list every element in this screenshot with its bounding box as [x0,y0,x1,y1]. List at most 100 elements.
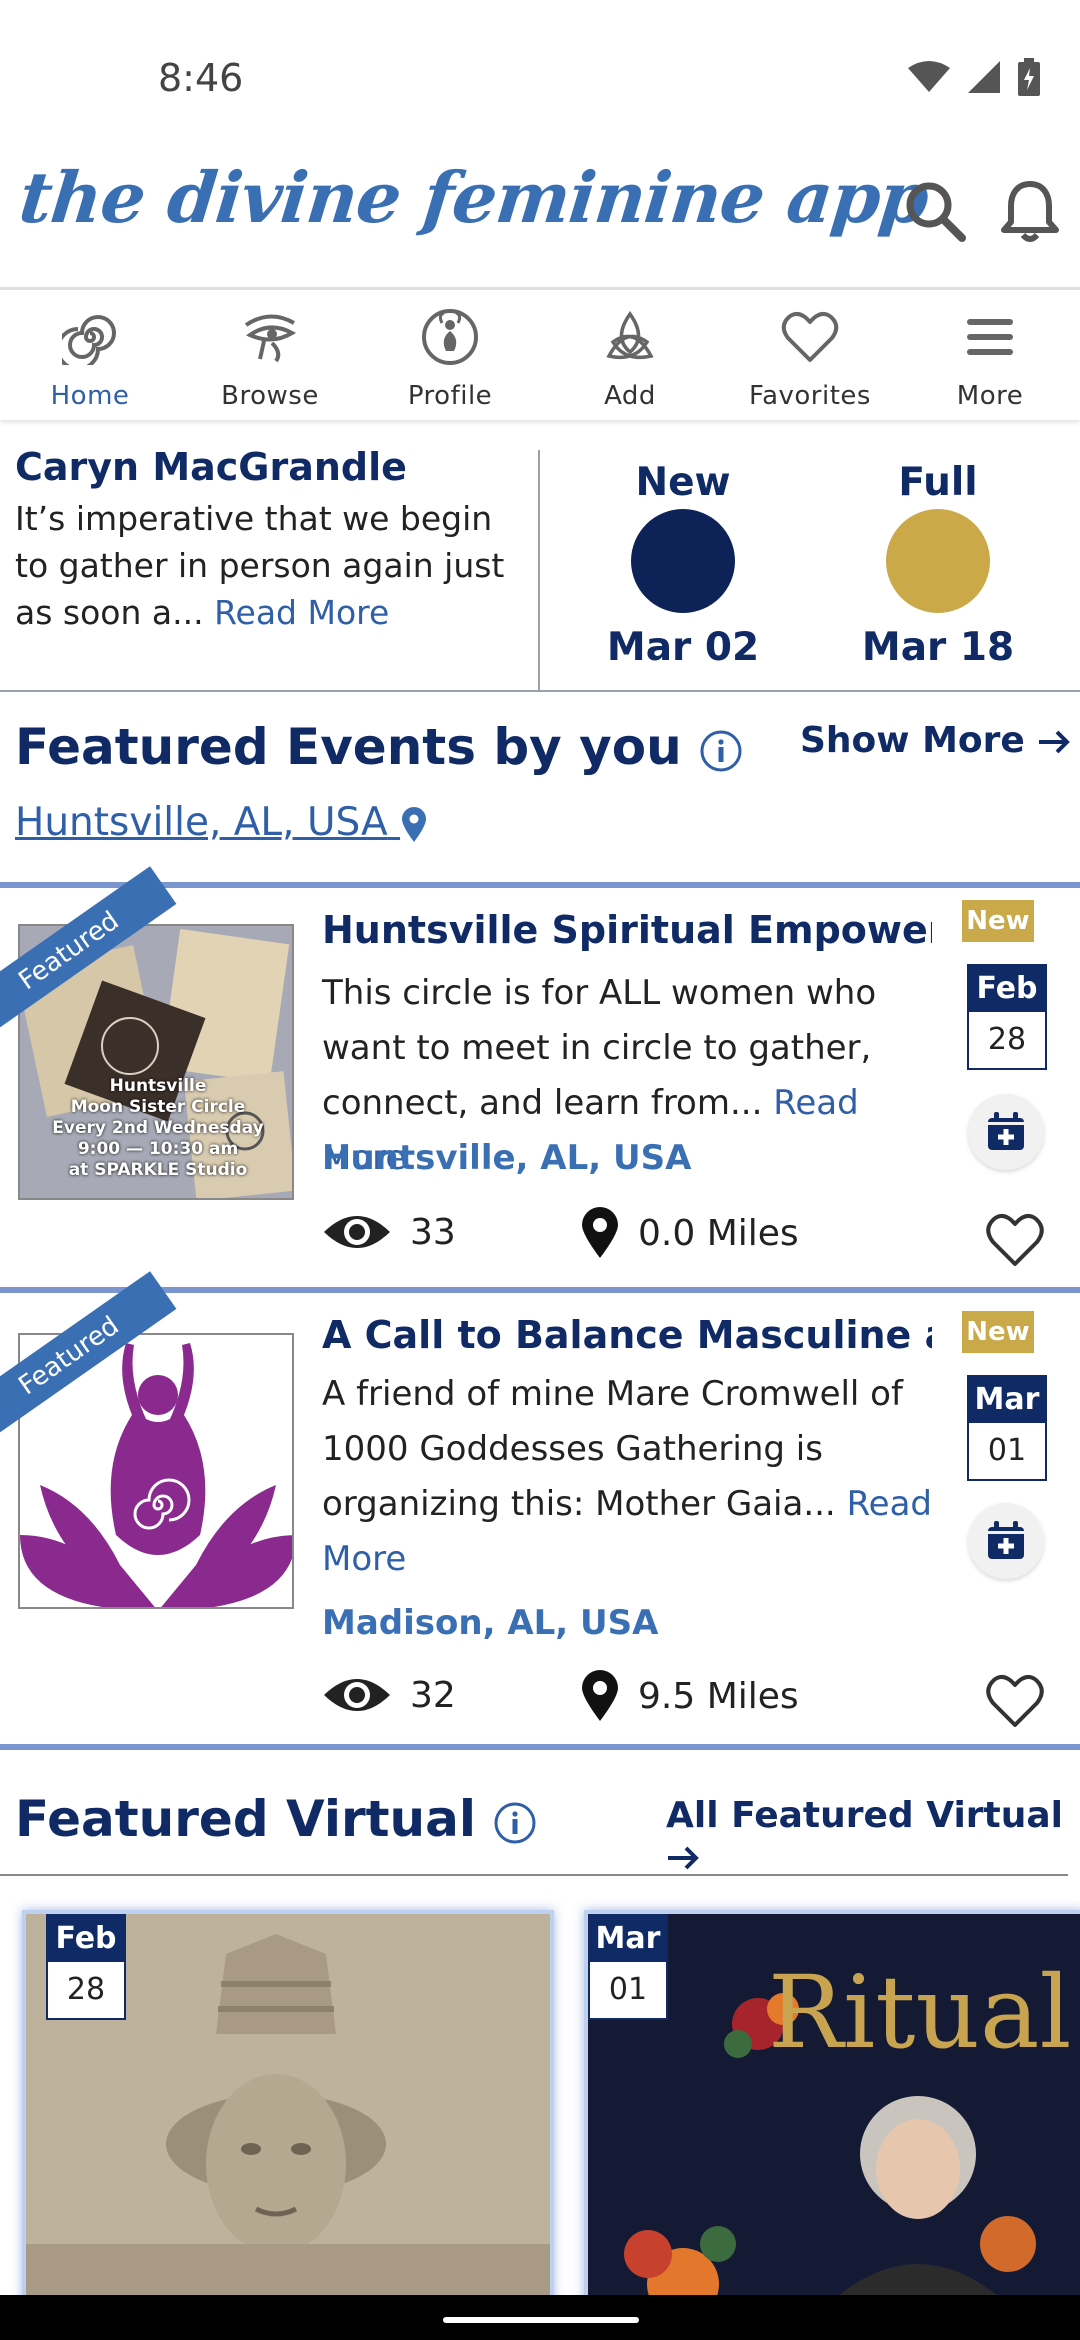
virtual-event-card[interactable]: Ritual Mar 01 [584,1910,1080,2310]
event-card[interactable]: Featured A Call to Balance Masculine and… [0,1271,1080,1750]
nav-more[interactable]: More [900,295,1080,420]
goddess-profile-icon [422,309,478,365]
event-location: Madison, AL, USA [322,1603,659,1643]
nav-more-label: More [956,381,1024,411]
heart-outline-icon [986,1674,1044,1727]
full-moon: Full Mar 18 [843,460,1033,670]
event-views-count: 32 [410,1674,456,1716]
location-filter-label: Huntsville, AL, USA [15,800,388,845]
status-bar: 8:46 [0,0,1080,150]
event-description: A friend of mine Mare Cromwell of 1000 G… [322,1367,932,1587]
quote-read-more-link[interactable]: Read More [214,593,389,632]
thumb-caption-line: 9:00 — 10:30 am [77,1139,239,1159]
eye-of-horus-icon [244,314,297,363]
nav-favorites-label: Favorites [749,381,871,411]
nav-home[interactable]: Home [0,295,180,420]
event-date-month: Mar [969,1377,1045,1423]
nav-home-label: Home [50,381,130,411]
intro-panel: Caryn MacGrandle It’s imperative that we… [0,430,1080,692]
thumb-caption-line: Every 2nd Wednesday [52,1118,264,1138]
featured-events-title: Featured Events by you [15,718,682,776]
founder-quote[interactable]: Caryn MacGrandle It’s imperative that we… [15,445,535,636]
event-distance-value: 0.0 Miles [638,1212,799,1254]
featured-virtual-heading: Featured Virtual [15,1790,537,1848]
event-views-count: 33 [410,1211,456,1253]
new-badge: New [962,900,1034,942]
arrow-right-icon [1039,730,1071,754]
event-title[interactable]: Huntsville Spiritual Empowerme... [322,908,932,952]
app-logo: the divine feminine app [15,156,932,239]
info-icon[interactable] [493,1801,537,1845]
nav-add[interactable]: Add [540,295,720,420]
virtual-date-day: 28 [66,1972,106,2007]
all-featured-virtual-link[interactable]: All Featured Virtual [666,1795,1080,1877]
virtual-date-day: 01 [608,1972,648,2007]
all-featured-virtual-label: All Featured Virtual [666,1795,1064,1836]
signal-icon [968,61,1000,93]
virtual-date-month: Feb [48,1916,124,1962]
calendar-add-icon [988,1112,1024,1150]
nav-browse[interactable]: Browse [180,295,360,420]
eye-icon [324,1679,390,1711]
menu-icon [967,319,1013,355]
spiral-icon [62,315,116,365]
virtual-image-title: Ritual [768,1954,1072,2071]
location-pin-icon [402,806,427,842]
event-date-month: Feb [969,966,1045,1012]
featured-virtual-title: Featured Virtual [15,1790,477,1848]
info-icon[interactable] [699,729,743,773]
thumb-caption-line: at SPARKLE Studio [68,1160,248,1180]
full-moon-label: Full [898,460,978,505]
featured-events-heading: Featured Events by you [15,718,743,776]
home-indicator[interactable] [443,2317,639,2323]
event-date-day: 01 [987,1433,1027,1468]
triquetra-icon [606,310,654,360]
virtual-event-card[interactable]: Feb 28 [22,1910,554,2310]
event-views: 32 [322,1673,456,1717]
show-more-link[interactable]: Show More [800,720,1071,761]
nav-profile-label: Profile [407,381,493,411]
event-distance-value: 9.5 Miles [638,1675,799,1717]
nav-profile[interactable]: Profile [360,295,540,420]
status-time: 8:46 [158,56,244,100]
intro-divider [538,450,540,692]
search-button[interactable] [900,176,970,246]
new-badge: New [962,1311,1034,1353]
event-views: 33 [322,1210,456,1254]
favorite-button[interactable] [985,1673,1045,1729]
eye-icon [324,1216,390,1248]
new-moon-date: Mar 02 [606,625,760,670]
event-date: Mar 01 [967,1375,1047,1481]
status-icons [908,58,1040,96]
new-moon-label: New [635,460,731,505]
event-description-text: A friend of mine Mare Cromwell of 1000 G… [322,1374,903,1524]
favorite-button[interactable] [985,1212,1045,1268]
app-header: the divine feminine app [0,150,1080,290]
notifications-button[interactable] [995,176,1065,246]
add-to-calendar-button[interactable] [968,1503,1044,1579]
virtual-event-date: Mar 01 [588,1914,668,2020]
virtual-event-date: Feb 28 [46,1914,126,2020]
virtual-date-month: Mar [590,1916,666,1962]
add-to-calendar-button[interactable] [968,1094,1044,1170]
event-distance: 0.0 Miles [580,1206,799,1260]
event-location: Huntsville, AL, USA [322,1138,692,1178]
location-filter-link[interactable]: Huntsville, AL, USA [15,800,428,845]
event-title[interactable]: A Call to Balance Masculine and ... [322,1313,932,1357]
search-icon [906,182,966,242]
nav-add-label: Add [604,381,656,411]
quote-text: It’s imperative that we begin to gather … [15,495,535,636]
wifi-icon [908,61,950,92]
event-date-day: 28 [987,1022,1027,1057]
nav-favorites[interactable]: Favorites [720,295,900,420]
bell-icon [1001,181,1059,242]
event-card[interactable]: Huntsville Moon Sister Circle Every 2nd … [0,866,1080,1287]
thumb-caption-line: Huntsville [109,1076,207,1096]
battery-icon [1018,58,1040,96]
heart-icon [781,311,839,362]
section-divider [0,1874,1068,1876]
full-moon-date: Mar 18 [861,625,1015,670]
new-moon-disc [631,509,735,613]
new-moon: New Mar 02 [588,460,778,670]
event-distance: 9.5 Miles [580,1669,799,1723]
